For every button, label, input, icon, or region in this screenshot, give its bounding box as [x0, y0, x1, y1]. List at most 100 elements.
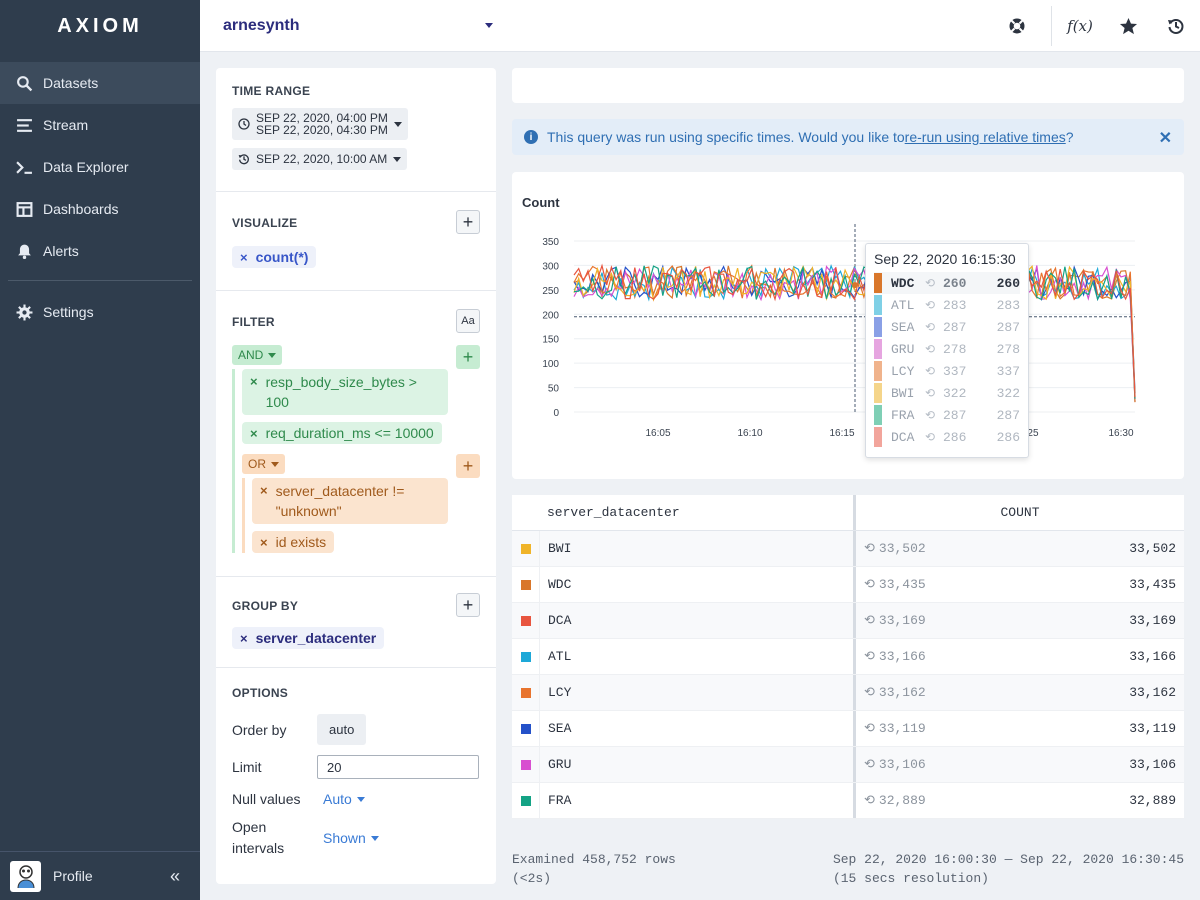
group-by-title: GROUP BY: [232, 599, 299, 613]
line-chart[interactable]: 05010015020025030035016:0516:1016:1516:2…: [512, 172, 1184, 479]
x-tick-label: 16:15: [829, 428, 854, 439]
table-row[interactable]: SEA ⟲ 33,119 33,119: [512, 711, 1184, 747]
sidebar-item-label: Datasets: [43, 75, 99, 91]
series-name: FRA: [891, 407, 915, 423]
axiom-logo[interactable]: AXIOM: [0, 0, 200, 52]
column-header-server-datacenter[interactable]: server_datacenter: [512, 495, 856, 530]
count-cell: ⟲ 33,119 33,119: [856, 711, 1184, 746]
or-operator-label: OR: [248, 457, 266, 471]
open-intervals-label: Open intervals: [232, 819, 285, 856]
history-icon[interactable]: [1152, 0, 1200, 52]
table-row[interactable]: DCA ⟲ 33,169 33,169: [512, 603, 1184, 639]
sidebar-item-data-explorer[interactable]: Data Explorer: [0, 146, 200, 188]
table-row[interactable]: FRA ⟲ 32,889 32,889: [512, 783, 1184, 819]
count-value: 33,106: [1129, 757, 1176, 772]
rerun-relative-times-link[interactable]: re-run using relative times: [905, 129, 1066, 145]
compare-count: ⟲ 33,166: [864, 649, 926, 664]
and-operator-label: AND: [238, 348, 264, 362]
remove-icon[interactable]: ×: [240, 250, 248, 265]
remove-icon[interactable]: ×: [250, 372, 258, 392]
series-swatch: [874, 273, 882, 293]
filter-chip[interactable]: × server_datacenter != "unknown": [252, 478, 448, 524]
count-value: 33,166: [1129, 649, 1176, 664]
sidebar-item-stream[interactable]: Stream: [0, 104, 200, 146]
history-icon: ⟲: [925, 364, 936, 378]
query-search-bar[interactable]: [512, 68, 1184, 103]
series-name: WDC: [891, 275, 915, 291]
table-row[interactable]: GRU ⟲ 33,106 33,106: [512, 747, 1184, 783]
dataset-select[interactable]: arnesynth: [223, 17, 493, 35]
chevron-down-icon: [356, 796, 365, 802]
count-cell: ⟲ 33,502 33,502: [856, 531, 1184, 566]
filter-label: id exists: [275, 534, 327, 550]
add-visualization-button[interactable]: +: [456, 210, 480, 234]
query-stats: Examined 458,752 rows (<2s): [512, 850, 676, 888]
order-by-select[interactable]: auto: [317, 714, 367, 745]
count-cell: ⟲ 33,166 33,166: [856, 639, 1184, 674]
series-swatch: [874, 383, 882, 403]
series-swatch-cell: [512, 711, 540, 746]
compare-count: ⟲ 33,169: [864, 613, 926, 628]
history-icon: ⟲: [864, 757, 875, 772]
add-or-filter-button[interactable]: +: [456, 454, 480, 478]
history-icon: ⟲: [864, 649, 875, 664]
open-intervals-select[interactable]: Shown: [323, 830, 379, 846]
filter-chip[interactable]: × req_duration_ms <= 10000: [242, 422, 442, 444]
help-icon[interactable]: [993, 0, 1041, 52]
remove-icon[interactable]: ×: [260, 481, 268, 501]
series-swatch: [520, 543, 531, 554]
sidebar-item-settings[interactable]: Settings: [0, 291, 200, 333]
limit-input[interactable]: [317, 755, 479, 779]
limit-label: Limit: [232, 759, 262, 775]
topbar: arnesynth f(x): [200, 0, 1200, 52]
series-compare-value: 283: [943, 297, 967, 313]
sidebar-item-alerts[interactable]: Alerts: [0, 230, 200, 272]
table-row[interactable]: ATL ⟲ 33,166 33,166: [512, 639, 1184, 675]
series-swatch: [874, 405, 882, 425]
group-by-chip[interactable]: × server_datacenter: [232, 627, 385, 649]
time-range-picker[interactable]: SEP 22, 2020, 04:00 PM SEP 22, 2020, 04:…: [232, 108, 408, 140]
column-header-count[interactable]: COUNT: [856, 495, 1184, 530]
function-icon[interactable]: f(x): [1056, 0, 1104, 52]
or-operator-select[interactable]: OR: [242, 454, 285, 474]
table-row[interactable]: BWI ⟲ 33,502 33,502: [512, 531, 1184, 567]
compare-time-value: SEP 22, 2020, 10:00 AM: [256, 152, 388, 166]
add-and-filter-button[interactable]: +: [456, 345, 480, 369]
sidebar-item-datasets[interactable]: Datasets: [0, 62, 200, 104]
visualization-chip[interactable]: × count(*): [232, 246, 317, 268]
compare-count: ⟲ 33,502: [864, 541, 926, 556]
remove-icon[interactable]: ×: [250, 426, 258, 441]
tooltip-row: GRU ⟲ 278 278: [874, 338, 1020, 360]
table-row[interactable]: WDC ⟲ 33,435 33,435: [512, 567, 1184, 603]
series-value: 278: [996, 341, 1020, 357]
series-name: BWI: [891, 385, 915, 401]
add-group-by-button[interactable]: +: [456, 593, 480, 617]
filter-chip[interactable]: × id exists: [252, 531, 335, 553]
close-icon[interactable]: ✕: [1159, 128, 1172, 148]
case-sensitive-toggle[interactable]: Aa: [456, 309, 480, 333]
and-operator-select[interactable]: AND: [232, 345, 283, 365]
time-range-title: TIME RANGE: [232, 84, 311, 98]
star-icon[interactable]: [1104, 0, 1152, 52]
remove-icon[interactable]: ×: [240, 631, 248, 646]
count-cell: ⟲ 33,169 33,169: [856, 603, 1184, 638]
compare-count: ⟲ 33,435: [864, 577, 926, 592]
series-swatch-cell: [512, 675, 540, 710]
visualization-label: count(*): [255, 249, 309, 265]
null-values-select[interactable]: Auto: [323, 791, 365, 807]
table-row[interactable]: LCY ⟲ 33,162 33,162: [512, 675, 1184, 711]
collapse-sidebar-icon[interactable]: «: [170, 866, 200, 887]
avatar[interactable]: [10, 860, 41, 892]
sidebar-item-dashboards[interactable]: Dashboards: [0, 188, 200, 230]
series-value: 286: [996, 429, 1020, 445]
y-tick-label: 200: [542, 310, 559, 321]
filter-chip[interactable]: × resp_body_size_bytes > 100: [242, 369, 448, 415]
count-value: 32,889: [1129, 793, 1176, 808]
x-tick-label: 16:30: [1108, 428, 1133, 439]
terminal-icon: [16, 160, 32, 174]
compare-time-picker[interactable]: SEP 22, 2020, 10:00 AM: [232, 148, 408, 170]
remove-icon[interactable]: ×: [260, 535, 268, 550]
series-swatch: [874, 339, 882, 359]
series-compare-value: 287: [943, 319, 967, 335]
profile-menu[interactable]: Profile «: [0, 851, 200, 900]
